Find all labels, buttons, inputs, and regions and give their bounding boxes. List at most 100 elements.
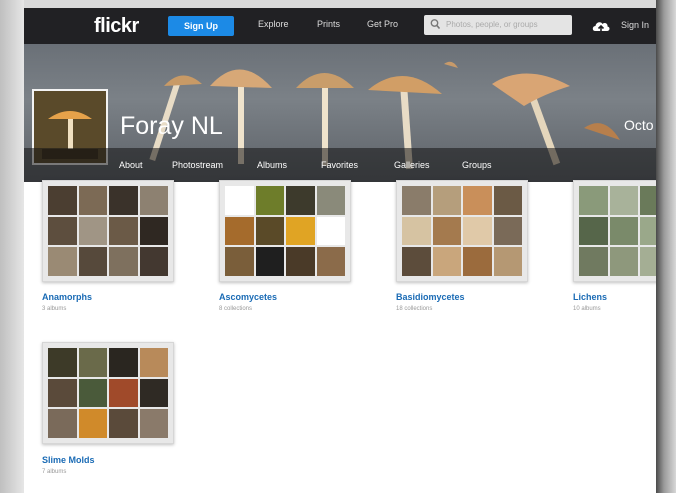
photo-thumbnail — [78, 348, 107, 377]
photo-thumbnail — [463, 216, 492, 246]
photo-thumbnail — [225, 216, 254, 246]
photo-thumbnail — [48, 186, 77, 215]
photo-thumbnail — [225, 186, 254, 215]
flickr-page: flickr Sign Up Explore Prints Get Pro Ph… — [24, 8, 656, 493]
photo-thumbnail — [463, 247, 492, 276]
photo-thumbnail — [432, 247, 461, 276]
photo-thumbnail — [463, 186, 492, 215]
nav-link-explore[interactable]: Explore — [258, 19, 289, 29]
photo-thumbnail — [432, 216, 461, 246]
right-frame-shadow — [656, 0, 676, 493]
photo-thumbnail — [78, 186, 107, 215]
collection-thumbnail-lichens[interactable] — [573, 180, 656, 282]
photo-thumbnail — [109, 409, 138, 438]
subnav-favorites[interactable]: Favorites — [321, 160, 358, 170]
collection-count-slime-molds: 7 albums — [42, 469, 67, 475]
photo-thumbnail — [493, 216, 522, 246]
collection-title-ascomycetes[interactable]: Ascomycetes — [219, 292, 277, 302]
collection-title-slime-molds[interactable]: Slime Molds — [42, 455, 95, 465]
photo-thumbnail — [402, 186, 431, 215]
search-input[interactable]: Photos, people, or groups — [424, 15, 572, 35]
photo-thumbnail — [139, 378, 168, 408]
photo-thumbnail — [579, 186, 608, 215]
photo-thumbnail — [78, 216, 107, 246]
photo-thumbnail — [286, 216, 315, 246]
photo-thumbnail — [139, 216, 168, 246]
photo-thumbnail — [48, 216, 77, 246]
profile-banner: Foray NL Octo About Photostream Albums F… — [24, 44, 656, 182]
photo-thumbnail — [109, 216, 138, 246]
sign-up-button[interactable]: Sign Up — [168, 16, 234, 36]
photo-thumbnail — [402, 216, 431, 246]
photo-thumbnail — [109, 348, 138, 377]
collection-thumbnail-slime-molds[interactable] — [42, 342, 174, 444]
photo-thumbnail — [640, 216, 656, 246]
search-placeholder: Photos, people, or groups — [446, 20, 538, 29]
photo-thumbnail — [609, 247, 638, 276]
cloud-upload-icon[interactable] — [591, 17, 611, 35]
joined-date-text: Octo — [624, 117, 654, 133]
nav-link-prints[interactable]: Prints — [317, 19, 340, 29]
photo-thumbnail — [255, 186, 284, 215]
collection-title-basidiomycetes[interactable]: Basidiomycetes — [396, 292, 465, 302]
collection-thumbnail-basidiomycetes[interactable] — [396, 180, 528, 282]
search-icon — [430, 19, 440, 30]
photo-thumbnail — [432, 186, 461, 215]
collection-thumbnail-ascomycetes[interactable] — [219, 180, 351, 282]
photo-thumbnail — [48, 378, 77, 408]
collection-title-anamorphs[interactable]: Anamorphs — [42, 292, 92, 302]
photo-thumbnail — [78, 247, 107, 276]
sign-in-link[interactable]: Sign In — [621, 20, 649, 30]
photo-thumbnail — [402, 247, 431, 276]
collection-count-lichens: 10 albums — [573, 306, 601, 312]
photo-thumbnail — [579, 247, 608, 276]
profile-name: Foray NL — [120, 112, 223, 140]
collection-thumbnail-anamorphs[interactable] — [42, 180, 174, 282]
top-nav-bar: flickr Sign Up Explore Prints Get Pro Ph… — [24, 8, 656, 44]
photo-thumbnail — [48, 409, 77, 438]
left-frame-shadow — [0, 0, 24, 493]
photo-thumbnail — [225, 247, 254, 276]
photo-thumbnail — [139, 348, 168, 377]
photo-thumbnail — [139, 409, 168, 438]
collection-count-basidiomycetes: 18 collections — [396, 306, 433, 312]
photo-thumbnail — [286, 247, 315, 276]
photo-thumbnail — [48, 247, 77, 276]
subnav-albums[interactable]: Albums — [257, 160, 287, 170]
photo-thumbnail — [139, 247, 168, 276]
photo-thumbnail — [255, 216, 284, 246]
photo-thumbnail — [139, 186, 168, 215]
photo-thumbnail — [109, 378, 138, 408]
photo-thumbnail — [609, 216, 638, 246]
photo-thumbnail — [255, 247, 284, 276]
photo-thumbnail — [109, 186, 138, 215]
photo-thumbnail — [109, 247, 138, 276]
nav-link-get-pro[interactable]: Get Pro — [367, 19, 398, 29]
photo-thumbnail — [640, 247, 656, 276]
collection-count-anamorphs: 3 albums — [42, 306, 67, 312]
collection-mosaic — [48, 186, 168, 276]
collection-count-ascomycetes: 8 collections — [219, 306, 253, 312]
profile-subnav: About Photostream Albums Favorites Galle… — [24, 148, 656, 182]
photo-thumbnail — [579, 216, 608, 246]
photo-thumbnail — [493, 247, 522, 276]
photo-thumbnail — [78, 409, 107, 438]
photo-thumbnail — [286, 186, 315, 215]
subnav-galleries[interactable]: Galleries — [394, 160, 430, 170]
photo-thumbnail — [640, 186, 656, 215]
photo-thumbnail — [78, 378, 107, 408]
photo-thumbnail — [316, 186, 345, 215]
photo-thumbnail — [609, 186, 638, 215]
photo-thumbnail — [316, 247, 345, 276]
collection-mosaic — [225, 186, 345, 276]
photo-thumbnail — [493, 186, 522, 215]
collection-title-lichens[interactable]: Lichens — [573, 292, 607, 302]
collection-mosaic — [48, 348, 168, 438]
collection-mosaic — [402, 186, 522, 276]
photo-thumbnail — [316, 216, 345, 246]
subnav-photostream[interactable]: Photostream — [172, 160, 223, 170]
collection-mosaic — [579, 186, 656, 276]
flickr-logo[interactable]: flickr — [94, 15, 139, 38]
subnav-about[interactable]: About — [119, 160, 143, 170]
subnav-groups[interactable]: Groups — [462, 160, 492, 170]
